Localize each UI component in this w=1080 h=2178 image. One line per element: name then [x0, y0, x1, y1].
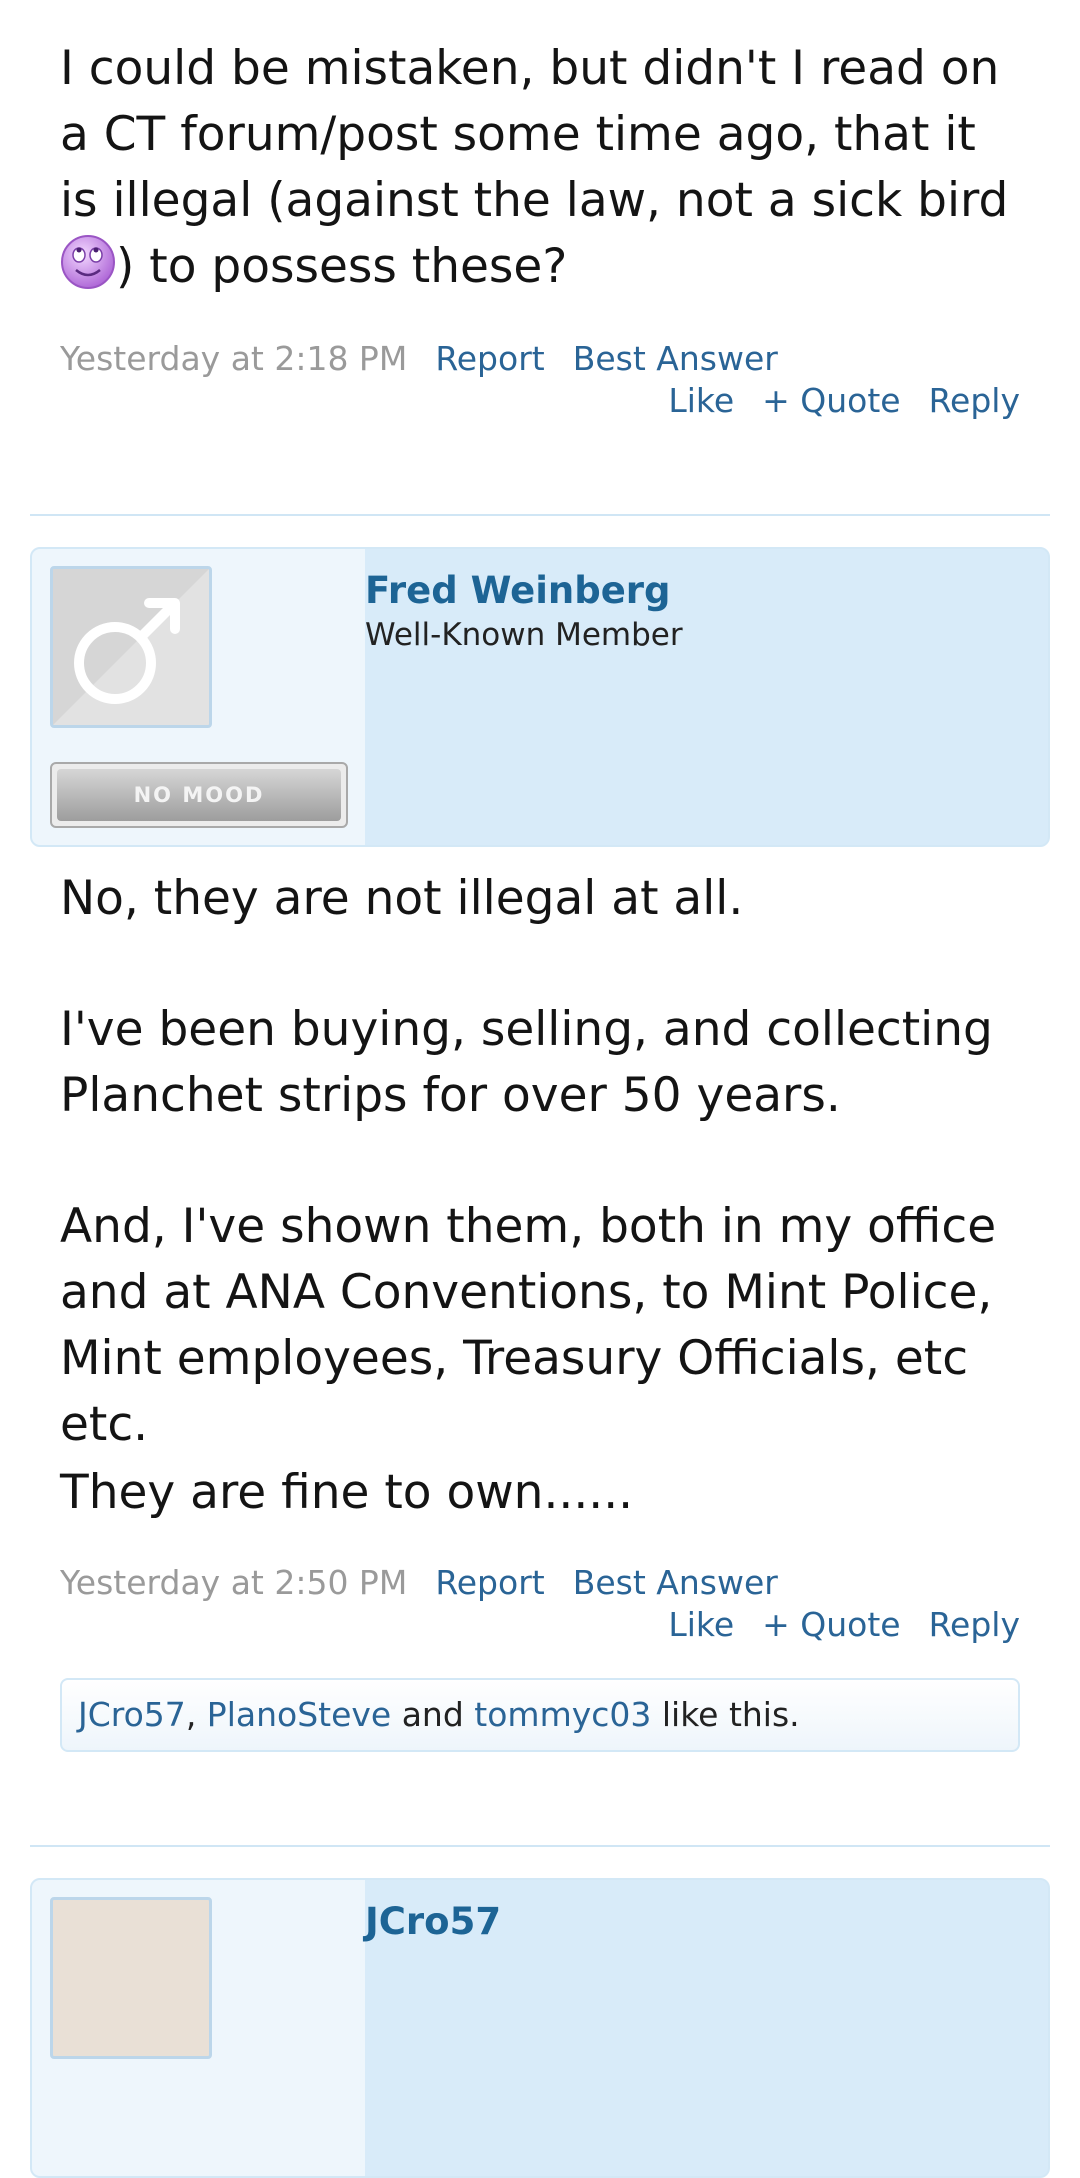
user-avatar-panel: NO MOOD: [32, 549, 365, 845]
post-meta: Yesterday at 2:50 PM Report Best Answer: [60, 1563, 778, 1603]
like-link[interactable]: Like: [668, 381, 734, 420]
likes-summary: JCro57, PlanoSteve and tommyc03 like thi…: [60, 1678, 1020, 1752]
report-link[interactable]: Report: [435, 1563, 544, 1602]
message-user-info: NO MOOD Fred Weinberg Well-Known Member: [30, 547, 1050, 847]
post-paragraph: And, I've shown them, both in my office …: [60, 1199, 1012, 1452]
post-paragraph: They are fine to own......: [60, 1465, 634, 1520]
quote-link[interactable]: + Quote: [762, 1605, 900, 1644]
username-link[interactable]: Fred Weinberg: [365, 567, 683, 615]
male-symbol-icon[interactable]: [50, 566, 212, 728]
quote-link[interactable]: + Quote: [762, 381, 900, 420]
user-details: Fred Weinberg Well-Known Member: [365, 567, 683, 655]
user-avatar[interactable]: [50, 1897, 212, 2059]
liker-link[interactable]: tommyc03: [474, 1695, 651, 1734]
message-user-info: JCro57: [30, 1878, 1050, 2178]
liker-link[interactable]: JCro57: [78, 1695, 186, 1734]
user-title: Well-Known Member: [365, 617, 683, 653]
best-answer-link[interactable]: Best Answer: [573, 339, 778, 378]
post-divider: [30, 1845, 1050, 1847]
post-date: Yesterday at 2:18 PM: [60, 339, 408, 378]
post-actions: Like + Quote Reply: [640, 1605, 1020, 1645]
reply-link[interactable]: Reply: [929, 381, 1020, 420]
post-message: I could be mistaken, but didn't I read o…: [60, 36, 1020, 308]
post-paragraph: No, they are not illegal at all.: [60, 871, 744, 926]
mood-badge: NO MOOD: [50, 762, 348, 828]
user-details: JCro57: [365, 1898, 501, 1946]
post-actions: Like + Quote Reply: [640, 381, 1020, 421]
username-link[interactable]: JCro57: [365, 1898, 501, 1946]
post-meta: Yesterday at 2:18 PM Report Best Answer: [60, 339, 778, 379]
reply-link[interactable]: Reply: [929, 1605, 1020, 1644]
post-paragraph: I've been buying, selling, and collectin…: [60, 1002, 1008, 1123]
like-link[interactable]: Like: [668, 1605, 734, 1644]
best-answer-link[interactable]: Best Answer: [573, 1563, 778, 1602]
liker-link[interactable]: PlanoSteve: [207, 1695, 391, 1734]
post-divider: [30, 514, 1050, 516]
report-link[interactable]: Report: [435, 339, 544, 378]
rolling-eyes-smiley-icon: [60, 234, 116, 308]
user-avatar-panel: [32, 1880, 365, 2176]
post-date: Yesterday at 2:50 PM: [60, 1563, 408, 1602]
